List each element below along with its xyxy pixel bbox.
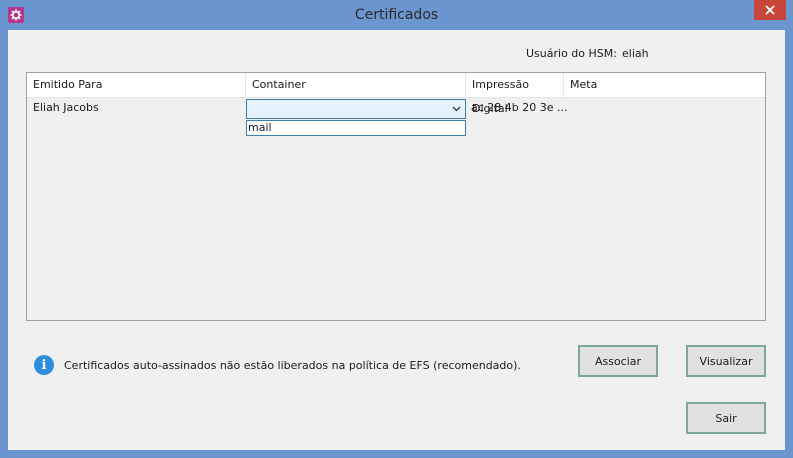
cell-emitido-para: Eliah Jacobs — [33, 101, 99, 114]
dropdown-option-mail[interactable]: mail — [248, 121, 272, 135]
dialog-body: Usuário do HSM: eliah Emitido Para Conta… — [8, 30, 785, 450]
info-message: Certificados auto-assinados não estão li… — [64, 359, 521, 372]
container-select[interactable] — [246, 99, 466, 119]
certificates-table[interactable]: Emitido Para Container Impressão Digital… — [26, 72, 766, 321]
hsm-user-label: Usuário do HSM: — [526, 47, 617, 60]
close-icon — [765, 5, 775, 15]
title-bar[interactable]: Certificados — [0, 0, 793, 30]
column-header-impressao-digital[interactable]: Impressão Digital — [466, 73, 564, 115]
column-header-meta[interactable]: Meta — [564, 73, 765, 97]
visualizar-button[interactable]: Visualizar — [686, 345, 766, 377]
certificates-window: Certificados Usuário do HSM: eliah Emiti… — [0, 0, 793, 458]
column-header-container[interactable]: Container — [246, 73, 466, 97]
visualizar-button-label: Visualizar — [699, 354, 753, 368]
sair-button[interactable]: Sair — [686, 402, 766, 434]
column-header-emitido-para[interactable]: Emitido Para — [27, 73, 246, 97]
associar-button-label: Associar — [594, 354, 642, 368]
table-header: Emitido Para Container Impressão Digital… — [27, 73, 765, 115]
sair-button-label: Sair — [715, 411, 737, 425]
info-icon: i — [34, 355, 54, 375]
window-title: Certificados — [354, 7, 439, 23]
cell-impressao-digital: ac 28 4b 20 3e ... — [471, 101, 568, 114]
hsm-user-value: eliah — [622, 47, 649, 60]
chevron-down-icon[interactable] — [451, 103, 461, 115]
close-button[interactable] — [754, 0, 786, 20]
container-dropdown-list[interactable]: mail — [246, 120, 466, 136]
associar-button[interactable]: Associar — [578, 345, 658, 377]
